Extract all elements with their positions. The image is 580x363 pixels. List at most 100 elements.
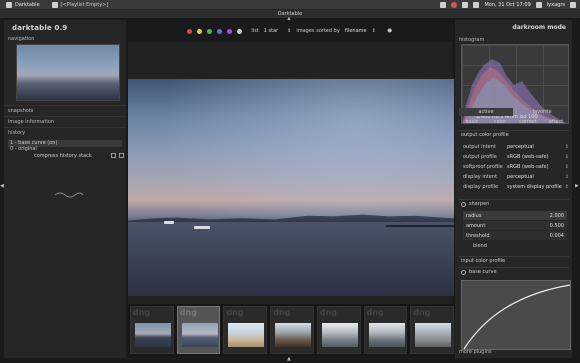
history-item[interactable]: 0 - original bbox=[8, 146, 122, 153]
module-input-color-profile[interactable]: input color profile bbox=[459, 256, 569, 265]
system-tray: Mon, 31 Oct 17:09 lyxagrs bbox=[440, 1, 580, 8]
slider-label: amount bbox=[466, 222, 486, 229]
volume-icon[interactable] bbox=[462, 1, 469, 8]
param-value: sRGB (web-safe) bbox=[507, 153, 549, 160]
param-softproof-profile[interactable]: softproof profile sRGB (web-safe) ⇕ bbox=[463, 162, 569, 171]
copy-history-icon[interactable] bbox=[119, 153, 124, 158]
filmstrip-thumb[interactable]: dng bbox=[270, 306, 314, 354]
photo-boat bbox=[164, 221, 174, 224]
param-label: softproof profile bbox=[463, 163, 503, 170]
gear-icon[interactable]: ✹ bbox=[387, 27, 393, 35]
module-title: sharpen bbox=[469, 201, 490, 207]
chevron-updown-icon: ⇕ bbox=[371, 28, 376, 34]
tab-favorite[interactable]: favorite bbox=[515, 108, 569, 116]
history-expander[interactable]: history bbox=[4, 127, 126, 137]
module-output-color-profile[interactable]: output color profile bbox=[459, 130, 569, 139]
filmstrip-thumb[interactable]: dng bbox=[410, 306, 455, 354]
main-image[interactable] bbox=[128, 79, 454, 296]
slider-label: radius bbox=[466, 212, 482, 219]
lock-icon[interactable] bbox=[111, 153, 116, 158]
color-label-grey-icon[interactable] bbox=[237, 28, 243, 34]
slider-radius[interactable]: radius 2.000 bbox=[463, 211, 567, 220]
taskbar-app-playlist[interactable]: [<Playlist Empty>] bbox=[46, 0, 115, 10]
taskbar-app-label: [<Playlist Empty>] bbox=[60, 1, 109, 8]
filmstrip-thumb[interactable]: dng bbox=[176, 306, 221, 354]
color-label-green-icon[interactable] bbox=[207, 28, 213, 34]
file-type-tag: dng bbox=[319, 308, 338, 317]
tab-active[interactable]: active bbox=[459, 108, 513, 116]
clock[interactable]: Mon, 31 Oct 17:09 bbox=[484, 2, 530, 8]
file-type-tag: dng bbox=[133, 308, 151, 317]
taskbar-app-darktable[interactable]: Darktable bbox=[0, 0, 46, 10]
decorative-squiggle-icon bbox=[54, 192, 84, 198]
slider-value: 0.004 bbox=[549, 232, 564, 239]
param-value: perceptual bbox=[507, 143, 534, 150]
power-toggle-icon[interactable] bbox=[461, 269, 466, 275]
color-label-purple-icon[interactable] bbox=[227, 28, 233, 34]
tab-basic[interactable]: basic bbox=[459, 118, 485, 126]
module-sharpen[interactable]: sharpen bbox=[459, 199, 569, 208]
media-player-icon bbox=[51, 1, 58, 8]
filmstrip-thumb[interactable]: dng bbox=[223, 306, 268, 354]
slider-amount[interactable]: amount 0.500 bbox=[463, 221, 567, 230]
histogram-label: histogram bbox=[459, 37, 485, 43]
filmstrip-thumb[interactable]: dng bbox=[316, 306, 361, 354]
chevron-updown-icon: ⇕ bbox=[287, 28, 292, 34]
tab-color[interactable]: color bbox=[487, 118, 513, 126]
list-label: list bbox=[251, 28, 259, 34]
rating-filter-select[interactable]: 1 star bbox=[264, 28, 278, 34]
thumb-image bbox=[368, 323, 405, 347]
username[interactable]: lyxagrs bbox=[547, 2, 565, 8]
network-icon[interactable] bbox=[440, 1, 447, 8]
module-title: input color profile bbox=[461, 258, 506, 264]
mail-icon[interactable] bbox=[473, 1, 480, 8]
snapshots-expander[interactable]: snapshots bbox=[4, 105, 126, 115]
chevron-updown-icon: ⇕ bbox=[564, 173, 569, 180]
thumb-image bbox=[415, 323, 452, 347]
thumb-image bbox=[228, 323, 265, 347]
param-display-intent[interactable]: display intent perceptual ⇕ bbox=[463, 172, 569, 181]
color-label-yellow-icon[interactable] bbox=[197, 28, 203, 34]
slider-value: 0.500 bbox=[549, 222, 564, 229]
sort-select[interactable]: filename bbox=[345, 28, 367, 34]
base-curve-editor[interactable] bbox=[461, 280, 571, 350]
file-type-tag: dng bbox=[366, 308, 384, 317]
param-value: perceptual bbox=[507, 173, 534, 180]
file-type-tag: dng bbox=[413, 308, 431, 317]
power-toggle-icon[interactable] bbox=[461, 201, 466, 207]
param-label: output profile bbox=[463, 153, 497, 160]
update-icon[interactable] bbox=[451, 1, 458, 8]
param-output-intent[interactable]: output intent perceptual ⇕ bbox=[463, 142, 569, 151]
power-icon[interactable] bbox=[570, 1, 576, 8]
more-plugins-expander[interactable]: more plugins bbox=[459, 349, 492, 355]
param-output-profile[interactable]: output profile sRGB (web-safe) ⇕ bbox=[463, 152, 569, 161]
image-information-expander[interactable]: image information bbox=[4, 116, 126, 126]
base-curve-graph bbox=[463, 284, 571, 350]
param-display-profile[interactable]: display profile system display profile ⇕ bbox=[463, 182, 569, 191]
filmstrip-thumb[interactable]: dng bbox=[363, 306, 408, 354]
os-taskbar: Darktable [<Playlist Empty>] Mon, 31 Oct… bbox=[0, 0, 580, 10]
chevron-updown-icon: ⇕ bbox=[564, 183, 569, 190]
color-label-blue-icon[interactable] bbox=[217, 28, 223, 34]
file-type-tag: dng bbox=[179, 308, 197, 317]
module-title: base curve bbox=[469, 269, 497, 275]
slider-threshold[interactable]: threshold 0.004 bbox=[463, 231, 567, 240]
bottom-panel-toggle-arrow-icon[interactable]: ▲ bbox=[287, 356, 291, 362]
photo-boat bbox=[194, 226, 210, 229]
module-base-curve[interactable]: base curve bbox=[459, 267, 569, 276]
thumb-image bbox=[275, 323, 312, 347]
module-title: output color profile bbox=[461, 132, 509, 138]
left-panel: darktable 0.9 navigation snapshots image… bbox=[4, 20, 126, 358]
filmstrip-thumb[interactable]: dng bbox=[130, 306, 174, 354]
tab-effect[interactable]: effect bbox=[543, 118, 569, 126]
navigation-thumbnail[interactable] bbox=[16, 44, 120, 101]
tab-correct[interactable]: correct bbox=[515, 118, 541, 126]
param-value: system display profile bbox=[507, 183, 562, 190]
navigation-label: navigation bbox=[8, 36, 35, 42]
right-panel-toggle-arrow-icon[interactable]: ▶ bbox=[575, 183, 579, 189]
compress-history-button[interactable]: compress history stack bbox=[34, 153, 92, 159]
blend-expander[interactable]: blend bbox=[463, 242, 569, 251]
app-logo: darktable 0.9 bbox=[12, 24, 68, 32]
top-filter-bar: list 1 star ⇕ images sorted by filename … bbox=[128, 20, 452, 42]
color-label-red-icon[interactable] bbox=[187, 28, 193, 34]
